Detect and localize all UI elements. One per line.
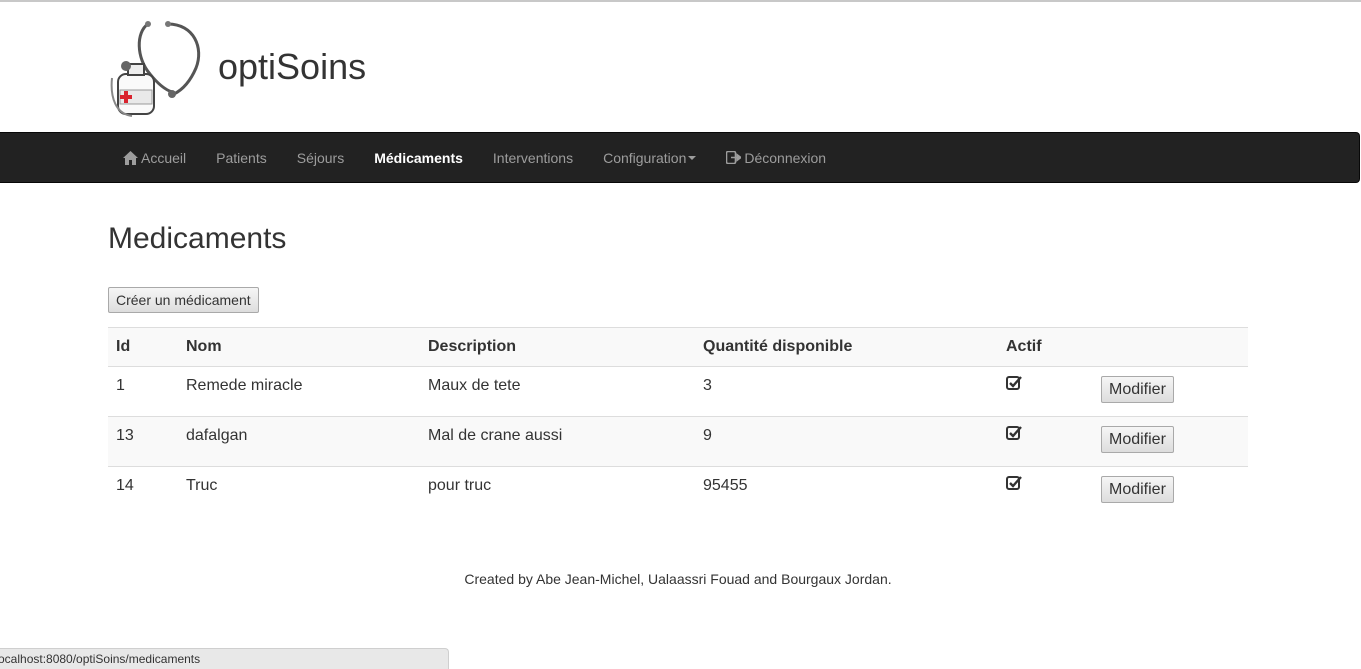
cell-nom: Truc bbox=[178, 466, 420, 517]
nav-item-label: Interventions bbox=[492, 149, 574, 166]
nav-item-label: Séjours bbox=[296, 149, 345, 166]
nav-menu: Accueil Patients Séjours Médicaments Int… bbox=[108, 133, 841, 182]
cell-actif bbox=[998, 466, 1093, 517]
cell-quantite: 95455 bbox=[695, 466, 998, 517]
table-header-row: Id Nom Description Quantité disponible A… bbox=[108, 327, 1248, 367]
home-icon bbox=[123, 150, 138, 165]
cell-id: 14 bbox=[108, 466, 178, 517]
modifier-button[interactable]: Modifier bbox=[1101, 426, 1174, 453]
stethoscope-logo-icon bbox=[110, 21, 201, 117]
checkbox-checked-icon bbox=[1006, 476, 1022, 490]
cell-actif bbox=[998, 416, 1093, 467]
modifier-button[interactable]: Modifier bbox=[1101, 376, 1174, 403]
modifier-button[interactable]: Modifier bbox=[1101, 476, 1174, 503]
page-title: Medicaments bbox=[108, 222, 287, 255]
cell-actions: Modifier bbox=[1093, 367, 1248, 417]
nav-item-label: Patients bbox=[216, 149, 267, 166]
caret-down-icon bbox=[688, 155, 697, 160]
column-header-nom: Nom bbox=[178, 327, 420, 367]
footer-credits: Created by Abe Jean-Michel, Ualaassri Fo… bbox=[464, 571, 892, 587]
cell-description: Mal de crane aussi bbox=[420, 416, 695, 467]
create-medicament-button[interactable]: Créer un médicament bbox=[108, 287, 259, 313]
nav-item-label: Médicaments bbox=[374, 149, 463, 166]
table-row: 1 Remede miracle Maux de tete 3 Modifier bbox=[108, 367, 1248, 417]
column-header-actions bbox=[1093, 327, 1248, 367]
column-header-description: Description bbox=[420, 327, 695, 367]
navbar: Accueil Patients Séjours Médicaments Int… bbox=[0, 132, 1360, 183]
nav-item-medicaments[interactable]: Médicaments bbox=[359, 133, 478, 182]
nav-item-accueil[interactable]: Accueil bbox=[108, 133, 201, 182]
cell-actions: Modifier bbox=[1093, 466, 1248, 517]
nav-item-configuration-dropdown[interactable]: Configuration bbox=[588, 133, 711, 182]
cell-description: Maux de tete bbox=[428, 377, 521, 394]
cell-id: 1 bbox=[116, 377, 125, 394]
table-row: 13 dafalgan Mal de crane aussi 9 Modifie… bbox=[108, 416, 1248, 467]
nav-item-sejours[interactable]: Séjours bbox=[282, 133, 359, 182]
cell-description: pour truc bbox=[420, 466, 695, 517]
window-top-border bbox=[0, 0, 1361, 2]
column-header-id: Id bbox=[108, 327, 178, 367]
checkbox-checked-icon bbox=[1006, 426, 1022, 440]
cell-quantite: 3 bbox=[703, 377, 712, 394]
cell-id: 13 bbox=[108, 416, 178, 467]
column-header-actif: Actif bbox=[998, 327, 1093, 367]
cell-nom: Remede miracle bbox=[186, 377, 303, 394]
table-row: 14 Truc pour truc 95455 Modifier bbox=[108, 466, 1248, 517]
nav-item-deconnexion[interactable]: Déconnexion bbox=[711, 133, 841, 182]
brand-header: optiSoins bbox=[108, 18, 366, 118]
nav-item-label: Configuration bbox=[603, 149, 687, 166]
nav-item-label: Déconnexion bbox=[744, 149, 827, 166]
nav-item-patients[interactable]: Patients bbox=[201, 133, 282, 182]
browser-status-bar-url: ocalhost:8080/optiSoins/medicaments bbox=[0, 648, 449, 669]
cell-nom: dafalgan bbox=[178, 416, 420, 467]
nav-item-interventions[interactable]: Interventions bbox=[478, 133, 588, 182]
checkbox-checked-icon bbox=[1006, 376, 1022, 390]
medicaments-table: Id Nom Description Quantité disponible A… bbox=[108, 327, 1248, 517]
nav-item-label: Accueil bbox=[141, 149, 187, 166]
cell-actions: Modifier bbox=[1093, 416, 1248, 467]
logout-icon bbox=[726, 151, 742, 164]
column-header-quantite: Quantité disponible bbox=[695, 327, 998, 367]
brand-title: optiSoins bbox=[218, 46, 367, 87]
cell-actif bbox=[998, 367, 1093, 417]
cell-quantite: 9 bbox=[695, 416, 998, 467]
